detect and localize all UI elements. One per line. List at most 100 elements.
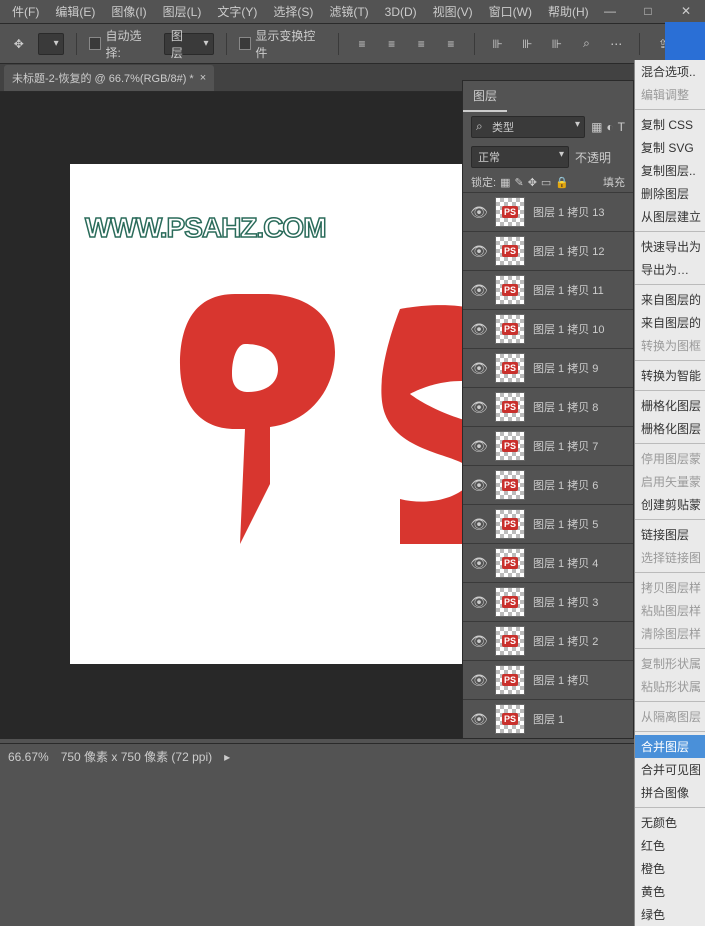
close-button[interactable]: ✕ bbox=[667, 0, 705, 22]
context-menu-item[interactable]: 复制 CSS bbox=[635, 113, 705, 136]
layer-thumbnail[interactable]: PS bbox=[495, 509, 525, 539]
layer-item[interactable]: 👁PS图层 1 拷贝 7 bbox=[463, 426, 633, 465]
menu-filter[interactable]: 滤镜(T) bbox=[321, 0, 376, 23]
menu-help[interactable]: 帮助(H) bbox=[540, 0, 597, 23]
distribute-icon-3[interactable]: ⊪ bbox=[546, 33, 568, 55]
menu-image[interactable]: 图像(I) bbox=[103, 0, 154, 23]
blend-mode-dropdown[interactable]: 正常 bbox=[471, 146, 569, 168]
align-top-icon[interactable]: ≡ bbox=[440, 33, 462, 55]
context-menu-item[interactable]: 来自图层的 bbox=[635, 311, 705, 334]
move-tool-icon[interactable]: ✥ bbox=[8, 33, 30, 55]
maximize-button[interactable]: □ bbox=[629, 0, 667, 22]
context-menu-item[interactable]: 黄色 bbox=[635, 880, 705, 903]
layers-panel-tab[interactable]: 图层 bbox=[463, 81, 507, 112]
tool-preset-dropdown[interactable] bbox=[38, 33, 64, 55]
lock-position-icon[interactable]: ✥ bbox=[528, 176, 537, 189]
layer-thumbnail[interactable]: PS bbox=[495, 236, 525, 266]
layer-filter-type-dropdown[interactable]: 类型 bbox=[471, 116, 585, 138]
layer-thumbnail[interactable]: PS bbox=[495, 314, 525, 344]
layer-item[interactable]: 👁PS图层 1 拷贝 8 bbox=[463, 387, 633, 426]
context-menu-item[interactable]: 绿色 bbox=[635, 903, 705, 926]
visibility-eye-icon[interactable]: 👁 bbox=[463, 555, 495, 572]
lock-transparency-icon[interactable]: ▦ bbox=[500, 176, 510, 189]
lock-artboard-icon[interactable]: ▭ bbox=[541, 176, 551, 189]
context-menu-item[interactable]: 混合选项.. bbox=[635, 60, 705, 83]
context-menu-item[interactable]: 从图层建立 bbox=[635, 205, 705, 228]
layer-item[interactable]: 👁PS图层 1 拷贝 11 bbox=[463, 270, 633, 309]
menu-type[interactable]: 文字(Y) bbox=[209, 0, 265, 23]
context-menu-item[interactable]: 无颜色 bbox=[635, 811, 705, 834]
layer-item[interactable]: 👁PS图层 1 拷贝 13 bbox=[463, 192, 633, 231]
context-menu-item[interactable]: 导出为… bbox=[635, 258, 705, 281]
context-menu-item[interactable]: 红色 bbox=[635, 834, 705, 857]
context-menu-item[interactable]: 栅格化图层 bbox=[635, 394, 705, 417]
status-chevron-icon[interactable]: ▸ bbox=[224, 750, 230, 764]
context-menu-item[interactable]: 合并可见图 bbox=[635, 758, 705, 781]
document-info[interactable]: 750 像素 x 750 像素 (72 ppi) bbox=[61, 748, 212, 765]
layer-thumbnail[interactable]: PS bbox=[495, 392, 525, 422]
menu-window[interactable]: 窗口(W) bbox=[481, 0, 540, 23]
context-menu-item[interactable]: 复制 SVG bbox=[635, 136, 705, 159]
context-menu-item[interactable]: 合并图层 bbox=[635, 735, 705, 758]
layer-thumbnail[interactable]: PS bbox=[495, 353, 525, 383]
layer-item[interactable]: 👁PS图层 1 拷贝 bbox=[463, 660, 633, 699]
show-transform-checkbox[interactable]: 显示变换控件 bbox=[239, 27, 327, 61]
filter-pixel-icon[interactable]: ▦ bbox=[591, 120, 602, 134]
context-menu-item[interactable]: 删除图层 bbox=[635, 182, 705, 205]
distribute-icon-2[interactable]: ⊪ bbox=[516, 33, 538, 55]
context-menu-item[interactable]: 转换为智能 bbox=[635, 364, 705, 387]
menu-layer[interactable]: 图层(L) bbox=[155, 0, 210, 23]
visibility-eye-icon[interactable]: 👁 bbox=[463, 399, 495, 416]
document-canvas[interactable]: WWW.PSAHZ.COM bbox=[70, 164, 462, 664]
layer-thumbnail[interactable]: PS bbox=[495, 626, 525, 656]
layer-thumbnail[interactable]: PS bbox=[495, 431, 525, 461]
document-tab[interactable]: 未标题-2-恢复的 @ 66.7%(RGB/8#) * × bbox=[4, 65, 214, 91]
minimize-button[interactable]: — bbox=[591, 0, 629, 22]
layer-item[interactable]: 👁PS图层 1 拷贝 10 bbox=[463, 309, 633, 348]
auto-select-target-dropdown[interactable]: 图层 bbox=[164, 33, 214, 55]
layer-item[interactable]: 👁PS图层 1 拷贝 9 bbox=[463, 348, 633, 387]
menu-view[interactable]: 视图(V) bbox=[425, 0, 481, 23]
visibility-eye-icon[interactable]: 👁 bbox=[463, 282, 495, 299]
layer-item[interactable]: 👁PS图层 1 拷贝 6 bbox=[463, 465, 633, 504]
visibility-eye-icon[interactable]: 👁 bbox=[463, 516, 495, 533]
more-icon[interactable]: ⋯ bbox=[605, 33, 627, 55]
layer-thumbnail[interactable]: PS bbox=[495, 197, 525, 227]
layer-item[interactable]: 👁PS图层 1 拷贝 3 bbox=[463, 582, 633, 621]
tab-close-icon[interactable]: × bbox=[200, 72, 206, 84]
visibility-eye-icon[interactable]: 👁 bbox=[463, 204, 495, 221]
context-menu-item[interactable]: 来自图层的 bbox=[635, 288, 705, 311]
context-menu-item[interactable]: 橙色 bbox=[635, 857, 705, 880]
layer-thumbnail[interactable]: PS bbox=[495, 704, 525, 734]
layer-item[interactable]: 👁PS图层 1 拷贝 5 bbox=[463, 504, 633, 543]
auto-select-checkbox[interactable]: 自动选择: bbox=[89, 27, 156, 61]
visibility-eye-icon[interactable]: 👁 bbox=[463, 243, 495, 260]
lock-paint-icon[interactable]: ✎ bbox=[514, 176, 523, 189]
visibility-eye-icon[interactable]: 👁 bbox=[463, 633, 495, 650]
filter-type-icon[interactable]: T bbox=[618, 120, 625, 134]
menu-edit[interactable]: 编辑(E) bbox=[47, 0, 103, 23]
layer-item[interactable]: 👁PS图层 1 拷贝 2 bbox=[463, 621, 633, 660]
visibility-eye-icon[interactable]: 👁 bbox=[463, 321, 495, 338]
layer-thumbnail[interactable]: PS bbox=[495, 587, 525, 617]
context-menu-item[interactable]: 栅格化图层 bbox=[635, 417, 705, 440]
context-menu-item[interactable]: 快速导出为 bbox=[635, 235, 705, 258]
align-right-icon[interactable]: ≡ bbox=[410, 33, 432, 55]
menu-select[interactable]: 选择(S) bbox=[265, 0, 321, 23]
menu-file[interactable]: 件(F) bbox=[4, 0, 47, 23]
context-menu-item[interactable]: 拼合图像 bbox=[635, 781, 705, 804]
layer-item[interactable]: 👁PS图层 1 bbox=[463, 699, 633, 738]
visibility-eye-icon[interactable]: 👁 bbox=[463, 711, 495, 728]
layer-thumbnail[interactable]: PS bbox=[495, 275, 525, 305]
align-center-h-icon[interactable]: ≡ bbox=[381, 33, 403, 55]
visibility-eye-icon[interactable]: 👁 bbox=[463, 438, 495, 455]
visibility-eye-icon[interactable]: 👁 bbox=[463, 360, 495, 377]
layer-thumbnail[interactable]: PS bbox=[495, 665, 525, 695]
lock-all-icon[interactable]: 🔒 bbox=[555, 176, 569, 189]
visibility-eye-icon[interactable]: 👁 bbox=[463, 672, 495, 689]
visibility-eye-icon[interactable]: 👁 bbox=[463, 477, 495, 494]
menu-3d[interactable]: 3D(D) bbox=[377, 2, 425, 22]
layer-thumbnail[interactable]: PS bbox=[495, 470, 525, 500]
context-menu-item[interactable]: 复制图层.. bbox=[635, 159, 705, 182]
visibility-eye-icon[interactable]: 👁 bbox=[463, 594, 495, 611]
